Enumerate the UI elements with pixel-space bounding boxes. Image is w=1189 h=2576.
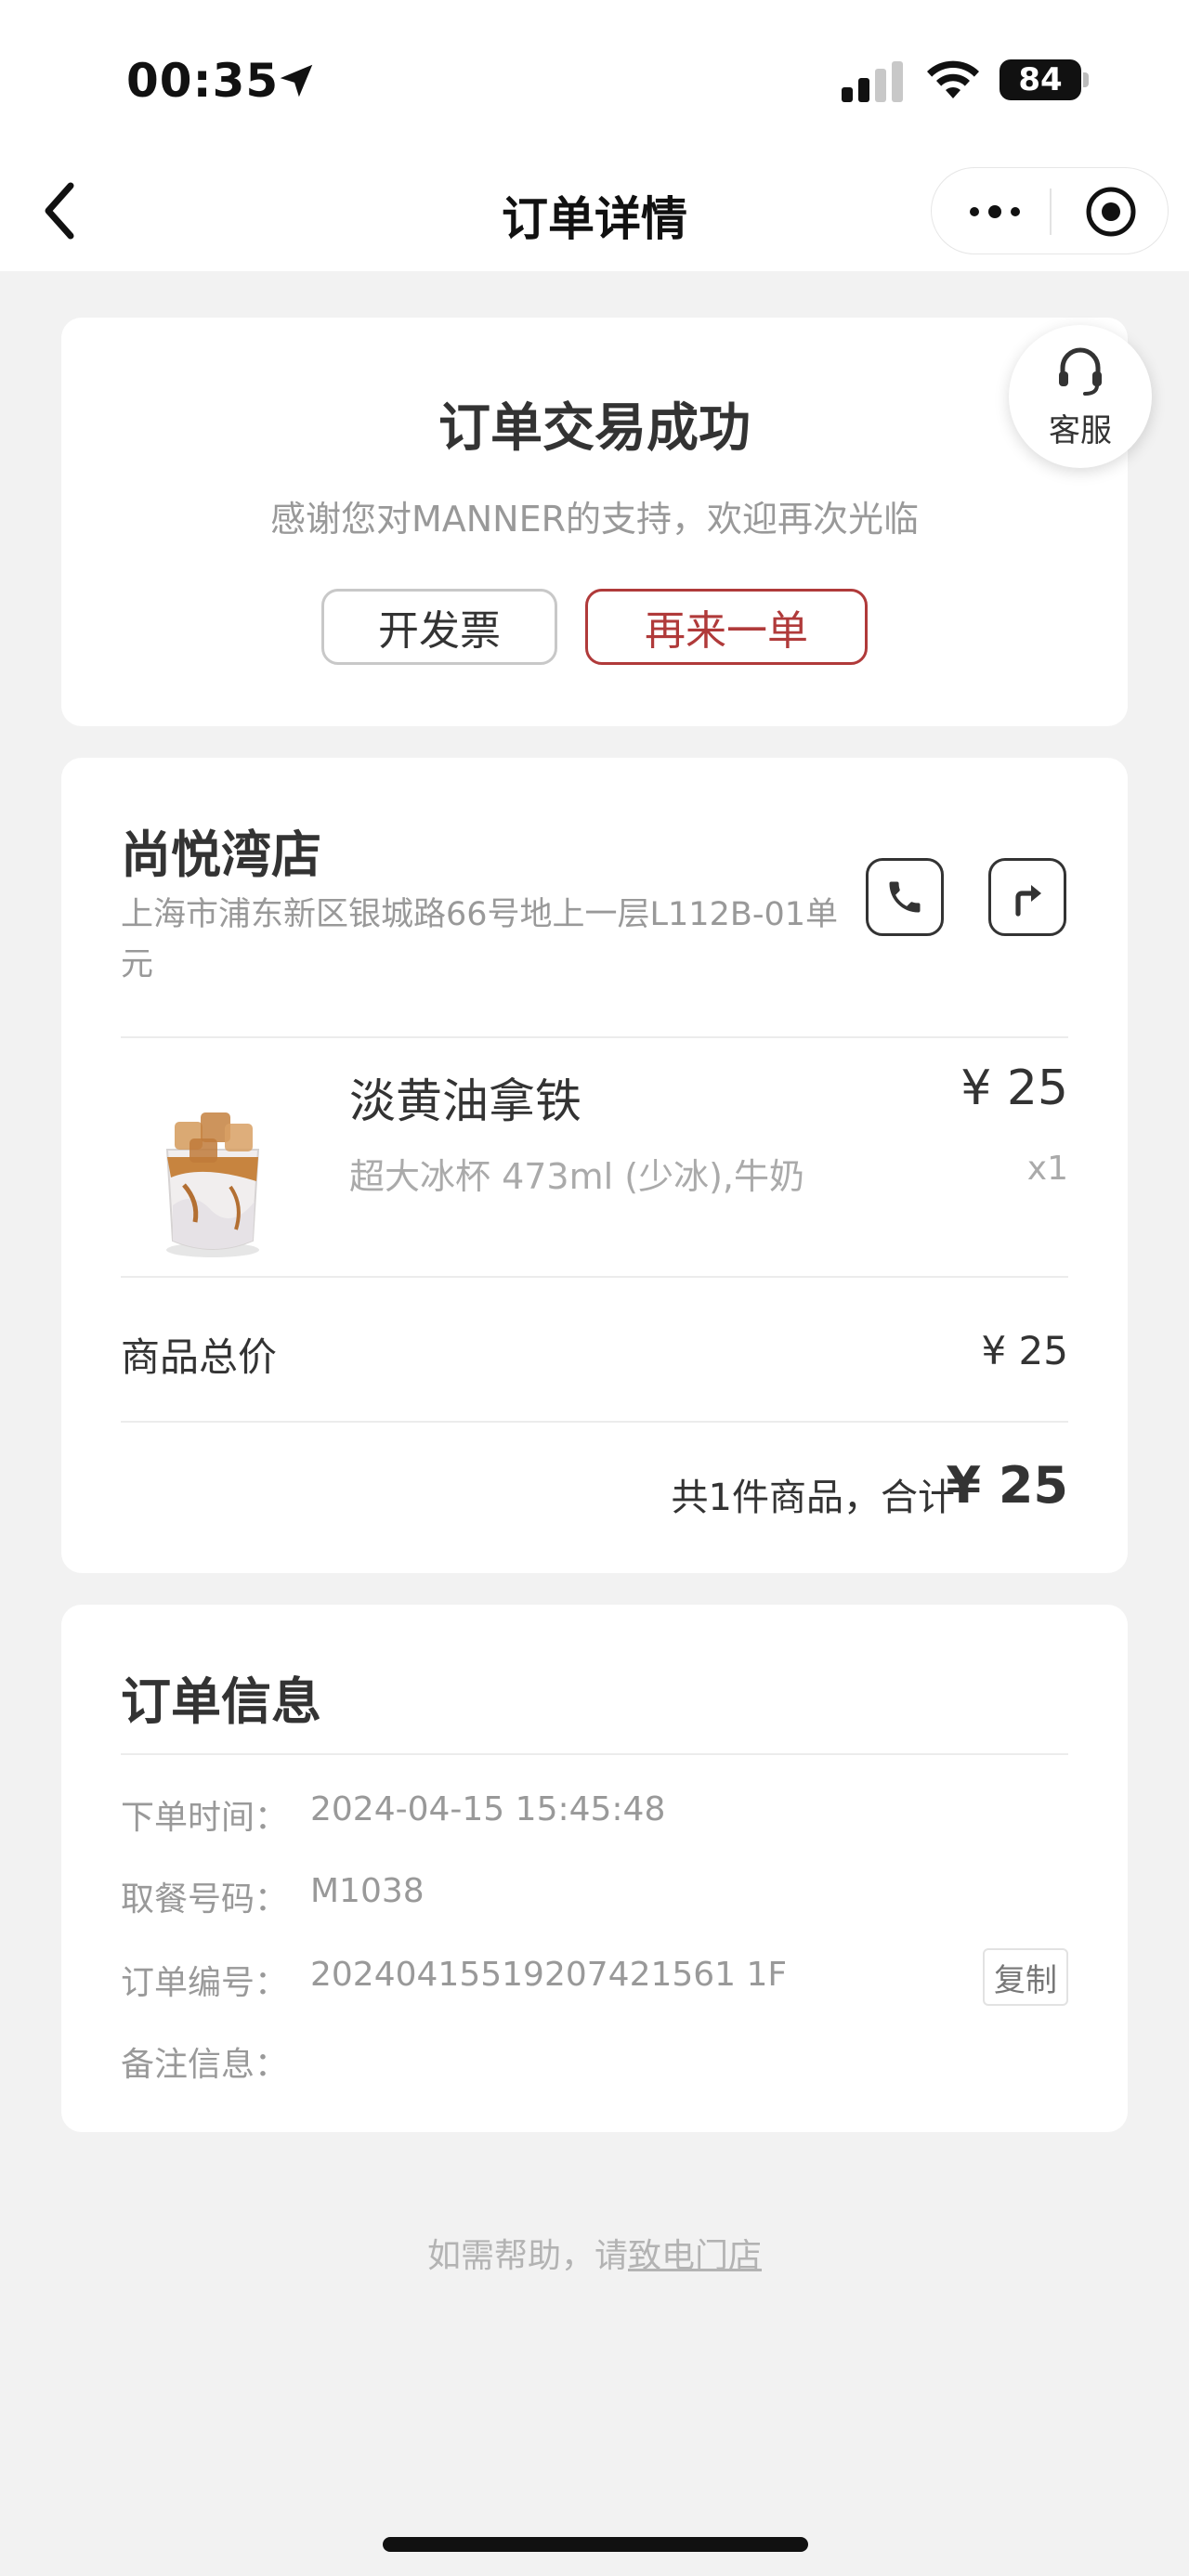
divider bbox=[121, 1753, 1068, 1755]
battery-level: 84 bbox=[1018, 61, 1063, 98]
help-line: 如需帮助，请致电门店 bbox=[0, 2229, 1189, 2277]
copy-order-number-button[interactable]: 复制 bbox=[983, 1948, 1068, 2006]
order-status-title: 订单交易成功 bbox=[438, 398, 751, 459]
customer-service-button[interactable]: 客服 bbox=[1009, 325, 1152, 468]
battery-tip bbox=[1083, 72, 1089, 87]
customer-service-label: 客服 bbox=[1049, 412, 1112, 449]
more-icon[interactable] bbox=[965, 196, 1025, 228]
home-indicator bbox=[383, 2537, 808, 2552]
wifi-icon bbox=[927, 60, 979, 98]
item-name: 淡黄油拿铁 bbox=[349, 1074, 581, 1128]
store-address: 上海市浦东新区银城路66号地上一层L112B-01单元 bbox=[121, 896, 839, 983]
close-miniprogram-icon[interactable] bbox=[1084, 185, 1138, 239]
divider bbox=[121, 1276, 1068, 1278]
order-summary-text: 共1件商品，合计 bbox=[671, 1477, 955, 1519]
call-store-button[interactable] bbox=[866, 858, 944, 936]
order-info-card: 订单信息 下单时间： 2024-04-15 15:45:48 取餐号码： M10… bbox=[61, 1605, 1128, 2132]
capsule-divider bbox=[1050, 189, 1052, 235]
order-total-amount: ¥ 25 bbox=[946, 1456, 1068, 1515]
remark-label: 备注信息： bbox=[121, 2046, 289, 2084]
invoice-button[interactable]: 开发票 bbox=[321, 589, 557, 665]
order-time-value: 2024-04-15 15:45:48 bbox=[310, 1790, 666, 1828]
store-name: 尚悦湾店 bbox=[121, 826, 321, 884]
phone-icon bbox=[889, 881, 921, 913]
cellular-signal-icon bbox=[842, 61, 903, 102]
navigation-bar: 订单详情 bbox=[0, 158, 1189, 271]
order-number-label: 订单编号： bbox=[121, 1964, 289, 2002]
navigate-store-button[interactable] bbox=[988, 858, 1066, 936]
battery-indicator: 84 bbox=[1000, 59, 1081, 100]
order-status-card: 订单交易成功 感谢您对MANNER的支持，欢迎再次光临 开发票 再来一单 bbox=[61, 318, 1128, 726]
store-order-card: 尚悦湾店 上海市浦东新区银城路66号地上一层L112B-01单元 淡黄油拿铁 ¥… bbox=[61, 758, 1128, 1573]
product-image bbox=[165, 1112, 260, 1257]
item-quantity: x1 bbox=[1026, 1150, 1068, 1188]
status-time: 00:35 bbox=[126, 54, 280, 108]
directions-icon bbox=[1015, 885, 1041, 917]
help-text: 如需帮助，请 bbox=[426, 2237, 628, 2275]
goods-total-value: ¥ 25 bbox=[981, 1328, 1068, 1373]
goods-total-label: 商品总价 bbox=[121, 1334, 278, 1380]
divider bbox=[121, 1421, 1068, 1423]
order-info-title: 订单信息 bbox=[121, 1672, 321, 1731]
item-price: ¥ 25 bbox=[960, 1060, 1068, 1116]
headset-icon bbox=[1059, 347, 1102, 396]
divider bbox=[121, 1036, 1068, 1038]
reorder-button[interactable]: 再来一单 bbox=[585, 589, 868, 665]
order-time-label: 下单时间： bbox=[121, 1799, 289, 1837]
pickup-number-value: M1038 bbox=[310, 1872, 425, 1910]
order-status-subtitle: 感谢您对MANNER的支持，欢迎再次光临 bbox=[269, 499, 920, 540]
item-spec: 超大冰杯 473ml (少冰),牛奶 bbox=[349, 1156, 804, 1197]
pickup-number-label: 取餐号码： bbox=[121, 1880, 289, 1919]
miniprogram-capsule bbox=[931, 167, 1169, 254]
order-number-value: 20240415519207421561 1F bbox=[310, 1956, 788, 1994]
status-bar: 00:35 84 bbox=[0, 0, 1189, 158]
call-store-link[interactable]: 致电门店 bbox=[628, 2237, 762, 2275]
location-arrow-icon bbox=[280, 64, 313, 98]
